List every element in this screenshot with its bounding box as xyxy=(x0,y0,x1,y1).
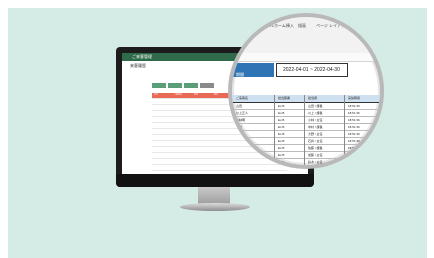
date-range-cell[interactable]: 2022-04-01 ~ 2022-04-30 xyxy=(276,63,348,77)
menu-file[interactable]: ファイル xyxy=(258,23,274,29)
formula-bar[interactable] xyxy=(232,53,380,62)
grid-cell: 大野 / 主任 xyxy=(308,132,323,136)
grid-cell: 小林明 xyxy=(236,118,246,122)
grid-cell: 18:51:36 xyxy=(348,118,360,122)
menu-layout[interactable]: ページ レイアウト xyxy=(316,23,349,29)
grid-cell: 佐藤 xyxy=(236,146,243,150)
grid-cell: 山田 xyxy=(236,104,243,108)
header-visitor: ご来客名 xyxy=(236,96,249,100)
grid-cell: 18:51:36 xyxy=(348,104,360,108)
grid-cell: 中村 / 課長 xyxy=(308,125,323,129)
grid-row[interactable]: 石井 Ex.B 石井 / 主任 18:51:36 xyxy=(232,138,380,145)
grid-row[interactable]: 佐藤 Ex.B 佐藤 / 課長 18:51:36 xyxy=(232,145,380,152)
header-dept: 担当部署 xyxy=(278,96,291,100)
date-label: 期間 xyxy=(236,72,244,77)
menu-draw[interactable]: 描画 xyxy=(298,23,306,29)
grid-cell: 18:51:36 xyxy=(348,111,360,115)
grid-cell: 中村 xyxy=(236,125,243,129)
grid-cell: 18:51:36 xyxy=(348,160,360,164)
grid-cell: Ex.B xyxy=(278,139,285,143)
grid-cell: 小林 / 主任 xyxy=(308,118,323,122)
date-range-row: 期間 2022-04-01 ~ 2022-04-30 xyxy=(232,63,380,77)
grid-row[interactable]: 小林明 Ex.B 小林 / 主任 18:51:36 xyxy=(232,117,380,124)
grid-cell: 大野紀 xyxy=(236,132,246,136)
monitor-chin xyxy=(116,174,314,187)
grid-row[interactable]: 加藤 Ex.B 加藤 / 主任 18:51:36 xyxy=(232,152,380,159)
header-time: 来館時間 xyxy=(348,96,361,100)
page-subtitle: 来客履歴 xyxy=(130,63,146,68)
header-staff: 担当者 xyxy=(308,96,318,100)
date-label-cell: 期間 xyxy=(232,63,274,77)
screen-header-cell: 用件 xyxy=(214,94,219,96)
screen-header-cell: 日付 xyxy=(154,94,159,96)
grid-cell: 川上 / 課長 xyxy=(308,111,323,115)
export-button[interactable] xyxy=(200,83,214,88)
date-range-value: 2022-04-01 ~ 2022-04-30 xyxy=(283,67,340,73)
grid-cell: Ex.B xyxy=(278,132,285,136)
grid-cell: Ex.B xyxy=(278,160,285,164)
grid-cell: Ex.B xyxy=(278,111,285,115)
grid-cell: 佐藤 / 課長 xyxy=(308,146,323,150)
menu-insert[interactable]: 挿入 xyxy=(286,23,294,29)
spreadsheet-ribbon: ファイル ホーム 挿入 描画 ページ レイアウト 数式 xyxy=(232,17,380,54)
grid-cell: 18:51:36 xyxy=(348,125,360,129)
grid-column-divider xyxy=(304,95,305,165)
grid-cell: Ex.B xyxy=(278,125,285,129)
grid-cell: 石井 / 主任 xyxy=(308,139,323,143)
grid-header: ご来客名 担当部署 担当者 来館時間 xyxy=(232,95,380,103)
menu-formulas[interactable]: 数式 xyxy=(346,23,354,29)
grid-cell: 川上正人 xyxy=(236,111,249,115)
grid-cell: Ex.B xyxy=(278,146,285,150)
grid-cell: 加藤 / 主任 xyxy=(308,153,323,157)
grid-row[interactable]: 鈴木 Ex.B 鈴木 / 主任 18:51:36 xyxy=(232,159,380,165)
grid-row[interactable]: 大野紀 Ex.B 大野 / 主任 18:51:36 xyxy=(232,131,380,138)
grid-cell: 山田 / 課長 xyxy=(308,104,323,108)
grid-cell: 18:51:36 xyxy=(348,146,360,150)
screen-table-row[interactable] xyxy=(152,165,287,171)
stage: ご来客管理 来客履歴 日付ご来客名担当用件時刻来店退店 ファイル ホーム 挿入 … xyxy=(0,0,434,258)
grid-cell: Ex.B xyxy=(278,104,285,108)
grid-cell: Ex.B xyxy=(278,153,285,157)
grid-cell: Ex.B xyxy=(278,118,285,122)
grid-cell: 18:51:36 xyxy=(348,153,360,157)
magnifier-lens: ファイル ホーム 挿入 描画 ページ レイアウト 数式 期間 2022-04-0… xyxy=(228,13,384,169)
grid-row[interactable]: 中村 Ex.B 中村 / 課長 18:51:36 xyxy=(232,124,380,131)
grid-row[interactable]: 川上正人 Ex.B 川上 / 課長 18:51:36 xyxy=(232,110,380,117)
screen-header-cell: 担当 xyxy=(194,94,199,96)
menu-home[interactable]: ホーム xyxy=(274,23,286,29)
grid-cell: 鈴木 xyxy=(236,160,243,164)
filter-button-1[interactable] xyxy=(152,83,166,88)
grid-cell: 石井 xyxy=(236,139,243,143)
screen-header-cell: ご来客名 xyxy=(174,94,183,96)
grid-cell: 18:51:36 xyxy=(348,139,360,143)
app-brand: ご来客管理 xyxy=(132,54,152,59)
monitor-stand-base xyxy=(180,203,250,211)
grid-column-divider xyxy=(344,95,345,165)
filter-button-3[interactable] xyxy=(184,83,198,88)
filter-button-2[interactable] xyxy=(168,83,182,88)
grid-column-divider xyxy=(274,95,275,165)
grid-row[interactable]: 山田 Ex.B 山田 / 課長 18:51:36 xyxy=(232,103,380,110)
grid-cell: 18:51:36 xyxy=(348,132,360,136)
grid-cell: 加藤 xyxy=(236,153,243,157)
grid-cell: 鈴木 / 主任 xyxy=(308,160,323,164)
